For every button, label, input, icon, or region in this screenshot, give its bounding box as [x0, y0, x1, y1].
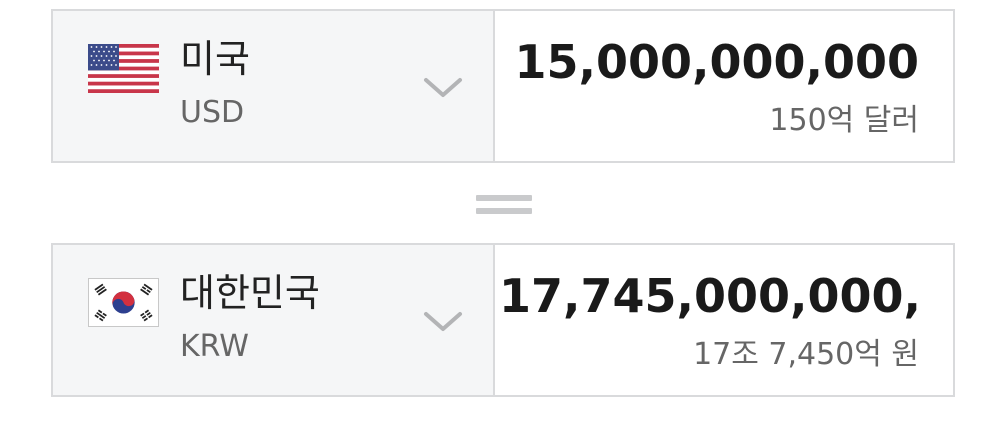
to-country-name: 대한민국 — [180, 271, 320, 315]
from-amount-words: 150억 달러 — [769, 103, 919, 138]
equals-icon — [476, 193, 532, 219]
chevron-down-icon[interactable] — [423, 76, 463, 100]
to-amount-input[interactable]: 17,745,000,000,000 — [499, 269, 919, 323]
to-amount-words: 17조 7,450억 원 — [693, 337, 919, 372]
to-currency-code: KRW — [180, 329, 249, 364]
converter-row-to: 대한민국 KRW 17,745,000,000,000 17조 7,450억 원 — [51, 243, 955, 397]
from-currency-code: USD — [180, 95, 245, 130]
to-currency-selector[interactable]: 대한민국 KRW — [53, 245, 495, 395]
from-amount-input[interactable]: 15,000,000,000 — [515, 35, 920, 89]
equals-bar-bottom — [476, 208, 532, 214]
converter-row-from: 미국 USD 15,000,000,000 150억 달러 — [51, 9, 955, 163]
kr-flag-icon — [88, 278, 159, 327]
to-amount-clip: 17,745,000,000,000 — [499, 269, 919, 327]
from-currency-selector[interactable]: 미국 USD — [53, 11, 495, 161]
to-amount-area[interactable]: 17,745,000,000,000 17조 7,450억 원 — [495, 245, 953, 395]
chevron-down-icon[interactable] — [423, 310, 463, 334]
equals-bar-top — [476, 195, 532, 201]
from-amount-area[interactable]: 15,000,000,000 150억 달러 — [495, 11, 953, 161]
us-flag-icon — [88, 44, 159, 93]
from-country-name: 미국 — [180, 37, 250, 81]
